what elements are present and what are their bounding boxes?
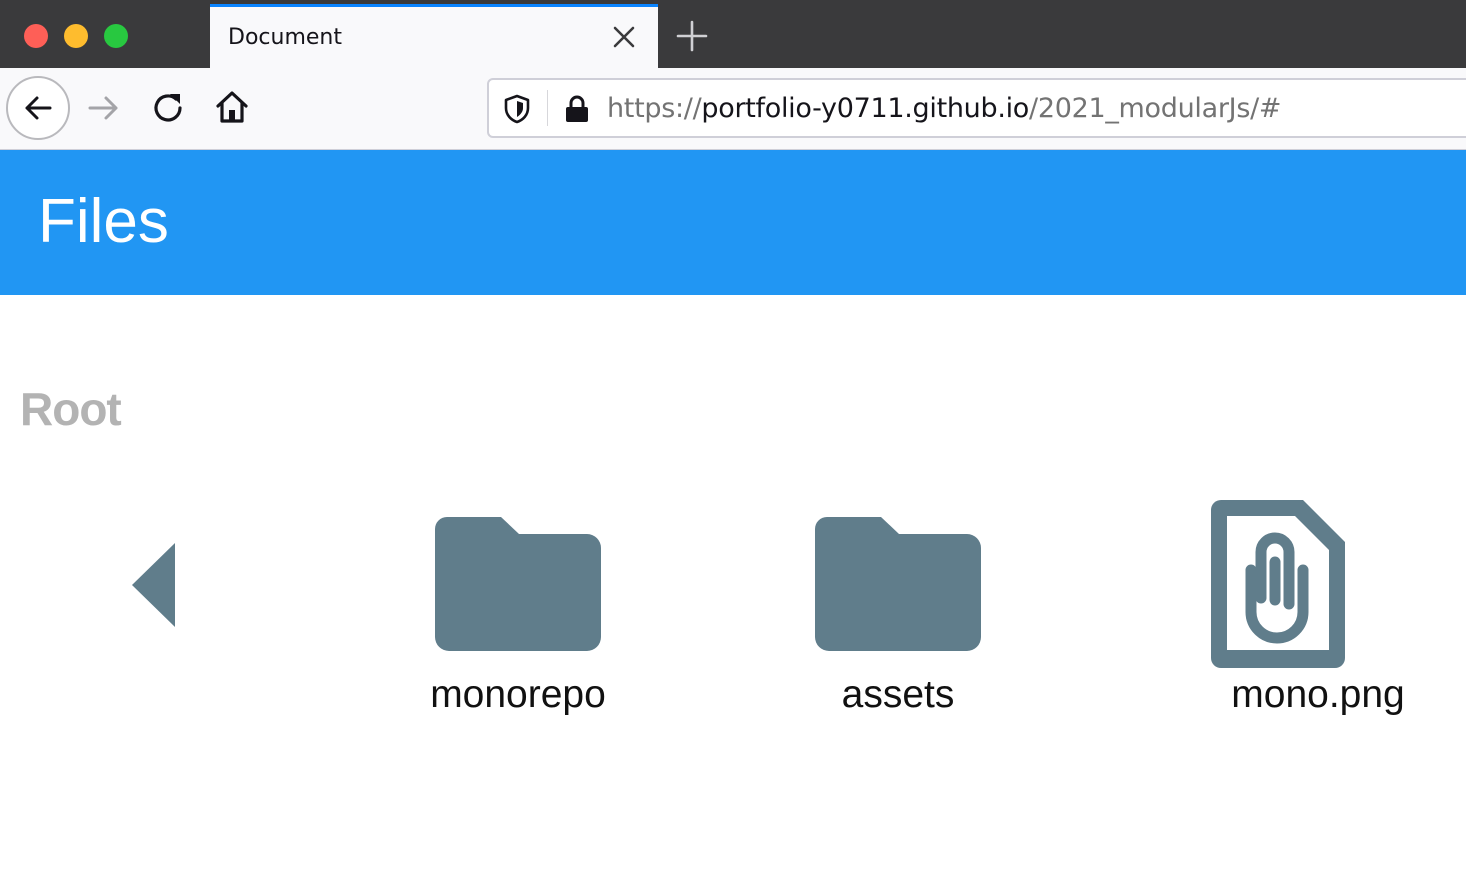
shield-icon[interactable] — [503, 94, 531, 129]
tab-title: Document — [228, 25, 342, 50]
folder-icon — [435, 517, 601, 651]
lock-icon[interactable] — [563, 94, 591, 129]
forward-button[interactable] — [86, 90, 122, 131]
page-title: Files — [38, 187, 169, 256]
folder-node-assets[interactable]: assets — [778, 495, 1018, 735]
url-bar[interactable]: https://portfolio-y0711.github.io/2021_m… — [487, 78, 1466, 138]
node-name: assets — [841, 673, 955, 716]
home-icon — [216, 91, 248, 123]
folder-icon — [815, 517, 981, 651]
plus-icon[interactable] — [674, 18, 710, 54]
arrow-right-icon — [88, 96, 118, 120]
browser-toolbar: https://portfolio-y0711.github.io/2021_m… — [0, 68, 1466, 150]
folder-node-monorepo[interactable]: monorepo — [398, 495, 638, 735]
breadcrumb[interactable]: Root — [20, 382, 122, 436]
back-button[interactable] — [6, 76, 70, 140]
browser-tab[interactable]: Document — [210, 4, 658, 68]
node-name: monorepo — [430, 673, 606, 716]
window-minimize-button[interactable] — [64, 24, 88, 48]
file-node-mono-png[interactable]: mono.png — [1198, 495, 1438, 735]
file-nodes: monorepo assets mono.png — [0, 495, 1466, 735]
reload-button[interactable] — [150, 90, 186, 131]
url-bar-divider — [547, 90, 548, 126]
url-text[interactable]: https://portfolio-y0711.github.io/2021_m… — [607, 93, 1282, 124]
browser-titlebar: Document — [0, 0, 1466, 68]
app-header: Files — [0, 150, 1466, 295]
home-button[interactable] — [214, 88, 250, 131]
arrow-left-icon — [25, 96, 52, 120]
file-attachment-icon — [1211, 500, 1345, 668]
reload-icon — [154, 94, 182, 122]
url-path: /2021_modularJs/# — [1029, 93, 1282, 124]
prev-node[interactable] — [20, 495, 260, 735]
close-icon[interactable] — [610, 23, 638, 51]
url-scheme: https:// — [607, 93, 702, 124]
window-zoom-button[interactable] — [104, 24, 128, 48]
window-close-button[interactable] — [24, 24, 48, 48]
node-name: mono.png — [1231, 673, 1405, 716]
triangle-left-icon — [132, 543, 175, 627]
url-host: portfolio-y0711.github.io — [701, 93, 1030, 124]
